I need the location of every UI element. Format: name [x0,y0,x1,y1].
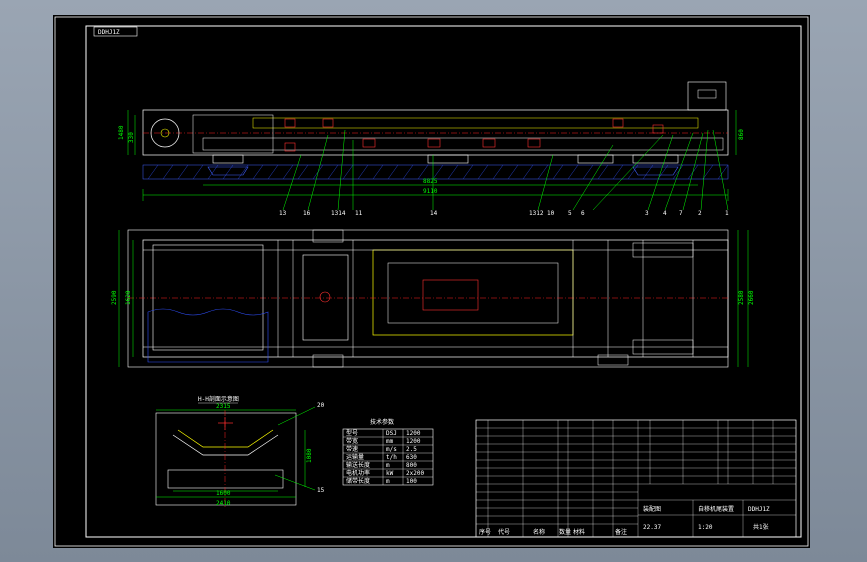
section-view: H-H剖面示意图 2315 1600 2410 1080 20 15 [155,395,325,507]
svg-text:1200: 1200 [406,430,421,437]
svg-text:1200: 1200 [406,438,421,445]
section-top-width-dim: 2315 [216,403,231,410]
svg-text:DSJ: DSJ [386,430,397,437]
elevation-main-frame [142,109,729,156]
svg-text:储带长度: 储带长度 [346,477,370,485]
part-label-7: 7 [679,210,683,217]
parts-header-no: 序号 [479,528,491,536]
section-height-dim: 1080 [306,448,313,463]
svg-text:kW: kW [386,470,394,477]
drawing-scale: 1:20 [698,524,713,531]
part-label-5: 5 [568,210,572,217]
svg-text:输送长度: 输送长度 [346,461,370,469]
svg-text:2.5: 2.5 [406,446,417,453]
part-label-3: 3 [645,210,649,217]
spec-row: 储带长度 m 100 [346,477,417,485]
elevation-small-height-dim: 330 [128,132,135,143]
inner-frame [85,25,802,538]
section-base [167,469,284,489]
part-label-13: 13 [279,210,287,217]
parts-header-qty: 数量 [559,528,571,536]
svg-text:电机功率: 电机功率 [346,469,370,477]
spec-row: 电机功率 kW 2x200 [346,469,424,477]
drawing-sheet-count: 共1张 [753,523,769,531]
part-label-4: 4 [663,210,667,217]
spec-row: 输送长度 m 800 [346,461,417,469]
elevation-view: 9110 8825 1480 330 860 13 16 1314 11 14 … [118,81,745,217]
spec-table: 技术参数 型号 DSJ 1200 带宽 mm 1200 带速 m/s 2.5 运… [342,418,434,486]
spec-row: 型号 DSJ 1200 [346,429,421,437]
svg-text:800: 800 [406,462,417,469]
svg-text:t/h: t/h [386,454,397,461]
spec-table-title: 技术参数 [370,418,394,426]
section-title: H-H剖面示意图 [198,395,239,403]
plan-width-right-dim: 2580 [738,290,745,305]
plan-width-left-dim: 2590 [111,290,118,305]
svg-text:2x200: 2x200 [406,470,424,477]
svg-text:带宽: 带宽 [346,437,358,445]
section-label-20: 20 [317,402,325,409]
part-label-16: 16 [303,210,311,217]
cad-drawing: DDHJ1Z 9110 8825 1480 330 860 13 16 1314… [54,16,809,547]
plan-motor-block [302,254,349,341]
part-label-1314: 1314 [331,210,346,217]
spec-row: 带速 m/s 2.5 [346,445,417,453]
part-label-1312: 1312 [529,210,544,217]
parts-header-code: 代号 [498,528,510,536]
part-label-2: 2 [698,210,702,217]
spec-row: 带宽 mm 1200 [346,437,421,445]
spec-row: 运输量 t/h 630 [346,453,417,461]
elevation-length-dim: 9110 [423,188,438,195]
plan-belt-inner [387,262,559,324]
elevation-right-height-dim: 860 [738,129,745,140]
svg-text:带速: 带速 [346,445,358,453]
plan-main-frame [142,239,729,358]
plan-drive-unit [152,244,264,351]
part-label-10: 10 [547,210,555,217]
plan-blue-hatch [147,308,269,363]
svg-text:运输量: 运输量 [346,453,364,461]
plan-view: 2590 1620 2580 2660 [111,229,755,368]
plan-width-inner-dim: 1620 [125,290,132,305]
parts-list: 序号 代号 名称 数量 材料 备注 自移机尾装置 DDHJ1Z 装配图 1:20… [475,419,797,538]
tail-tower-inner [697,89,717,99]
svg-text:630: 630 [406,454,417,461]
part-label-6: 6 [581,210,585,217]
svg-text:m: m [386,462,390,469]
tail-tower [687,81,727,111]
plan-outer-frame [127,229,729,368]
elevation-sub-length-dim: 8825 [423,178,438,185]
section-label-15: 15 [317,487,325,494]
drive-housing [192,114,274,154]
outer-frame [54,16,809,547]
section-bottom-width-dim: 2410 [216,500,231,507]
part-label-14: 14 [430,210,438,217]
plan-width-right-2-dim: 2660 [748,290,755,305]
elevation-left-height-dim: 1480 [118,125,125,140]
svg-text:型号: 型号 [346,429,358,437]
section-inner-width-dim: 1600 [216,490,231,497]
part-label-1: 1 [725,210,729,217]
drawing-number: DDHJ1Z [748,506,770,513]
sheet-mark: 装配图 [643,505,661,513]
drawing-weight: 22.37 [643,524,661,531]
plan-carriage [422,279,479,311]
drawing-title: 自移机尾装置 [698,505,734,513]
svg-text:mm: mm [386,438,394,445]
elevation-conveyor-belt [252,117,699,129]
drawing-code: DDHJ1Z [98,29,120,36]
parts-header-material: 材料 [573,528,585,536]
drawing-sheet: DDHJ1Z 9110 8825 1480 330 860 13 16 1314… [53,15,810,548]
section-belt [177,429,274,448]
section-trough [172,434,279,456]
part-label-11: 11 [355,210,363,217]
svg-text:m/s: m/s [386,446,397,453]
elevation-beam [202,137,724,151]
svg-text:100: 100 [406,478,417,485]
parts-header-name: 名称 [533,528,545,536]
svg-text:m: m [386,478,390,485]
plan-motor-hub [319,291,331,303]
parts-header-remark: 备注 [615,528,627,536]
application-viewport: DDHJ1Z 9110 8825 1480 330 860 13 16 1314… [0,0,867,562]
